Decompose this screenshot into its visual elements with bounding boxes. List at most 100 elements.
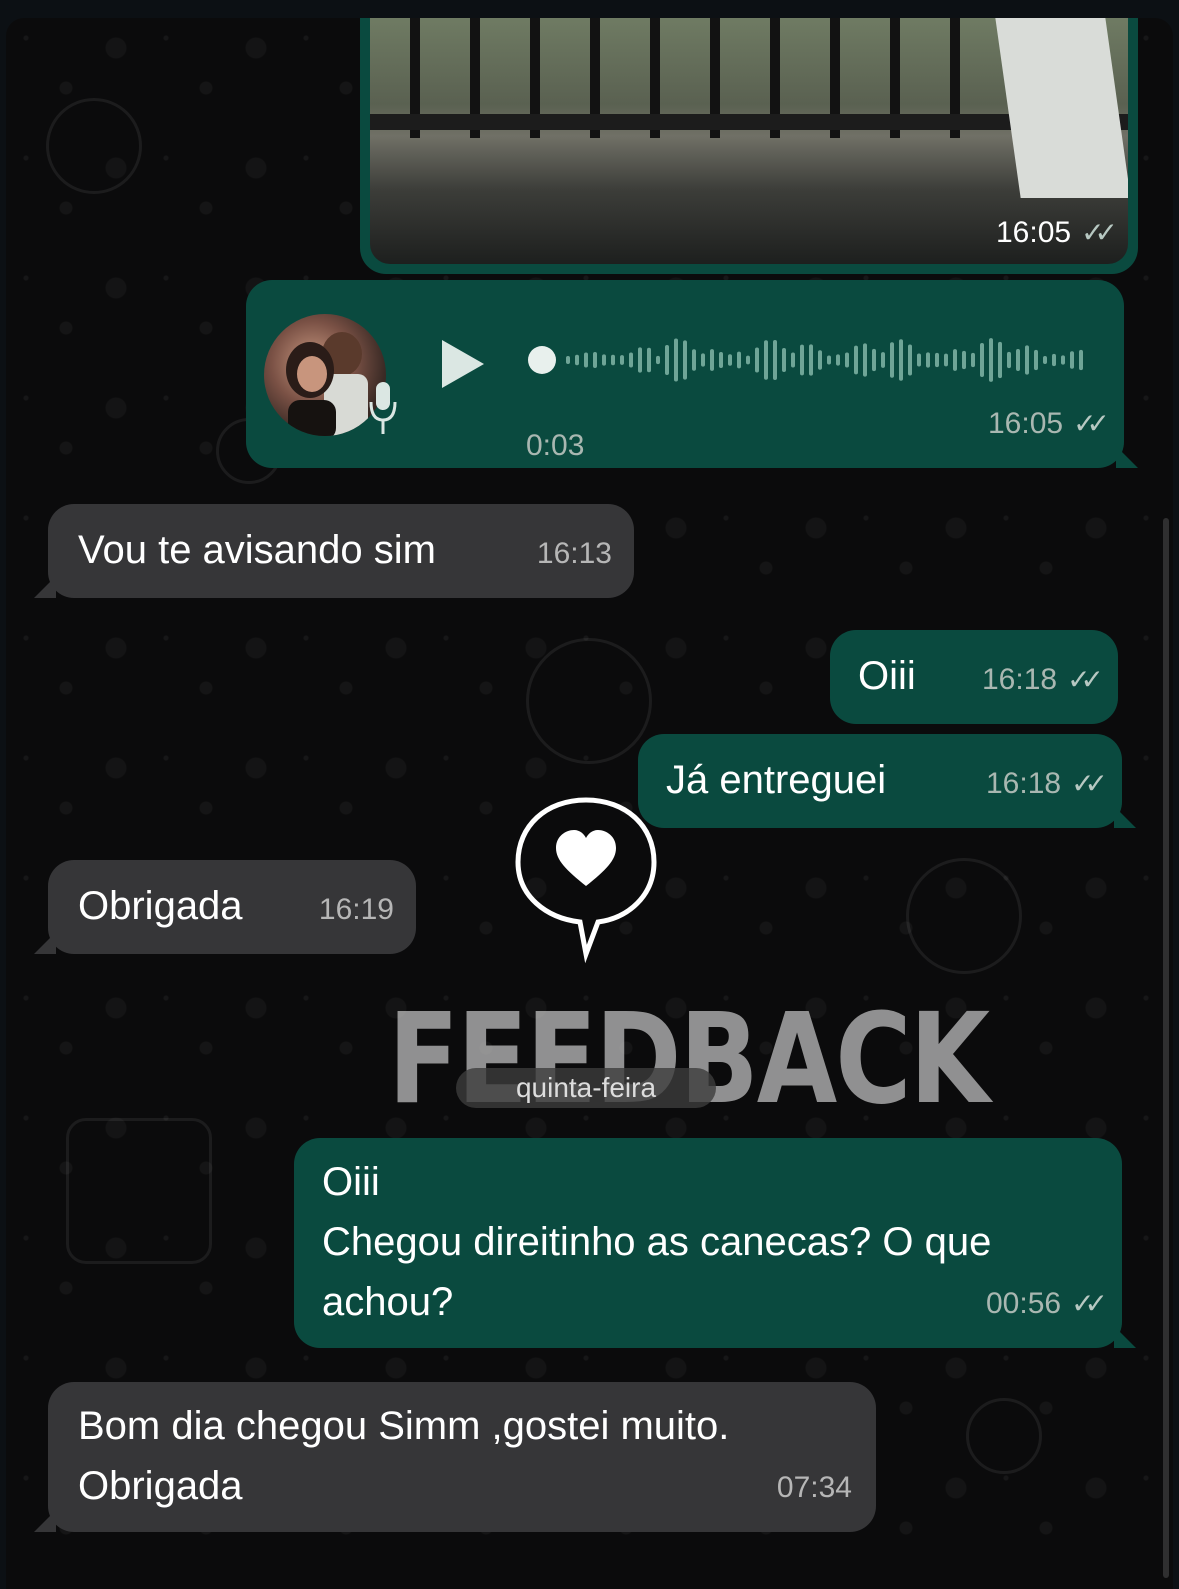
mic-icon (369, 382, 397, 434)
image-thumbnail[interactable]: 16:05 ✓✓ (370, 18, 1128, 264)
waveform-bar (944, 353, 948, 367)
waveform-bar (1034, 349, 1038, 371)
heart-speech-icon (515, 797, 657, 964)
waveform-bar (746, 355, 750, 365)
incoming-message[interactable]: Obrigada 16:19 (34, 860, 416, 954)
waveform-bar (890, 342, 894, 378)
message-time: 16:05 ✓✓ (996, 216, 1118, 249)
image-message[interactable]: 16:05 ✓✓ (360, 18, 1138, 274)
waveform-bar (863, 343, 867, 377)
waveform-bar (953, 349, 957, 371)
waveform-bar (899, 339, 903, 381)
waveform-bar (656, 355, 660, 365)
incoming-message[interactable]: Vou te avisando sim 16:13 (34, 504, 634, 598)
waveform-bar (1007, 351, 1011, 369)
scrollbar[interactable] (1163, 518, 1169, 1578)
voice-duration: 0:03 (526, 429, 585, 462)
waveform-bar (566, 356, 570, 364)
double-check-icon: ✓✓ (1071, 1288, 1108, 1319)
waveform-bar (926, 352, 930, 368)
waveform-bar (1052, 353, 1056, 367)
date-chip: quinta-feira (456, 1068, 716, 1108)
voice-message: 0:03 16:05 ✓✓ (246, 280, 1138, 468)
waveform-bar (1016, 348, 1020, 372)
waveform-bar (872, 348, 876, 372)
message-time: 16:19 (318, 893, 394, 926)
waveform-bar (908, 344, 912, 376)
audio-waveform[interactable] (526, 320, 1086, 400)
waveform-bar (584, 352, 588, 368)
waveform-bar (764, 340, 768, 380)
waveform-bar (1025, 345, 1029, 375)
waveform-bar (1070, 351, 1074, 369)
waveform-bar (800, 344, 804, 376)
waveform-bar (665, 345, 669, 375)
message-time: 16:18 ✓✓ (986, 767, 1108, 800)
watermark-text: FEEDBACK (388, 985, 990, 1133)
message-text: Vou te avisando sim (78, 528, 436, 572)
waveform-bar (728, 354, 732, 366)
message-time: 00:56 ✓✓ (986, 1287, 1108, 1320)
waveform-bar (989, 338, 993, 382)
double-check-icon: ✓✓ (1073, 408, 1110, 439)
waveform-bar (602, 354, 606, 366)
waveform-bar (647, 347, 651, 373)
play-icon[interactable] (442, 340, 484, 388)
message-time: 16:05 ✓✓ (988, 407, 1110, 440)
waveform-bar (638, 347, 642, 373)
wallpaper-doodle (46, 98, 142, 194)
playhead (528, 346, 556, 374)
message-time: 16:18 ✓✓ (982, 663, 1104, 696)
waveform-bar (782, 348, 786, 372)
waveform-bar (971, 352, 975, 368)
message-text-line: Bom dia chegou Simm ,gostei muito. (78, 1404, 730, 1448)
waveform-bar (701, 353, 705, 367)
waveform-bar (1043, 355, 1047, 365)
waveform-bar (935, 352, 939, 368)
message-text: Oiii (858, 654, 916, 698)
waveform-bar (827, 355, 831, 365)
chat-background: 16:05 ✓✓ 0:03 16:05 ✓✓ Vou te avisando s… (6, 18, 1173, 1589)
wallpaper-doodle (526, 638, 652, 764)
wallpaper-doodle (66, 1118, 212, 1264)
waveform-bar (737, 351, 741, 369)
waveform-bar (845, 352, 849, 368)
outgoing-message[interactable]: Oiii Chegou direitinho as canecas? O que… (294, 1138, 1136, 1348)
waveform-bar (962, 350, 966, 370)
double-check-icon: ✓✓ (1071, 768, 1108, 799)
waveform-bar (980, 342, 984, 378)
waveform-bar (854, 345, 858, 375)
waveform-bar (683, 340, 687, 380)
message-time: 07:34 (776, 1471, 852, 1504)
message-text: Já entreguei (666, 758, 887, 802)
waveform-bar (593, 352, 597, 368)
waveform-bar (629, 352, 633, 368)
waveform-bar (755, 347, 759, 373)
waveform-bar (818, 350, 822, 370)
waveform-bar (836, 354, 840, 366)
waveform-bar (1061, 355, 1065, 365)
outgoing-message[interactable]: Oiii 16:18 ✓✓ (830, 630, 1118, 724)
double-check-icon: ✓✓ (1067, 664, 1104, 695)
message-text: Obrigada (78, 884, 243, 928)
message-text-line: achou? (322, 1280, 454, 1324)
waveform-bar (611, 354, 615, 366)
waveform-bar (773, 340, 777, 380)
waveform-bar (791, 352, 795, 368)
message-time: 16:13 (536, 537, 612, 570)
message-text-line: Chegou direitinho as canecas? O que (322, 1220, 992, 1264)
waveform-bar (881, 352, 885, 368)
waveform-bar (809, 344, 813, 376)
wallpaper-doodle (906, 858, 1022, 974)
incoming-message[interactable]: Bom dia chegou Simm ,gostei muito. Obrig… (34, 1382, 876, 1532)
waveform-bar (710, 349, 714, 371)
waveform-bar (917, 353, 921, 367)
waveform-bar (674, 338, 678, 382)
waveform-bar (1079, 349, 1083, 371)
outgoing-message[interactable]: Já entreguei 16:18 ✓✓ (638, 734, 1136, 828)
waveform-bar (575, 354, 579, 366)
message-text-line: Oiii (322, 1160, 380, 1204)
waveform-bar (998, 341, 1002, 379)
waveform-bar (620, 355, 624, 365)
double-check-icon: ✓✓ (1081, 217, 1118, 248)
